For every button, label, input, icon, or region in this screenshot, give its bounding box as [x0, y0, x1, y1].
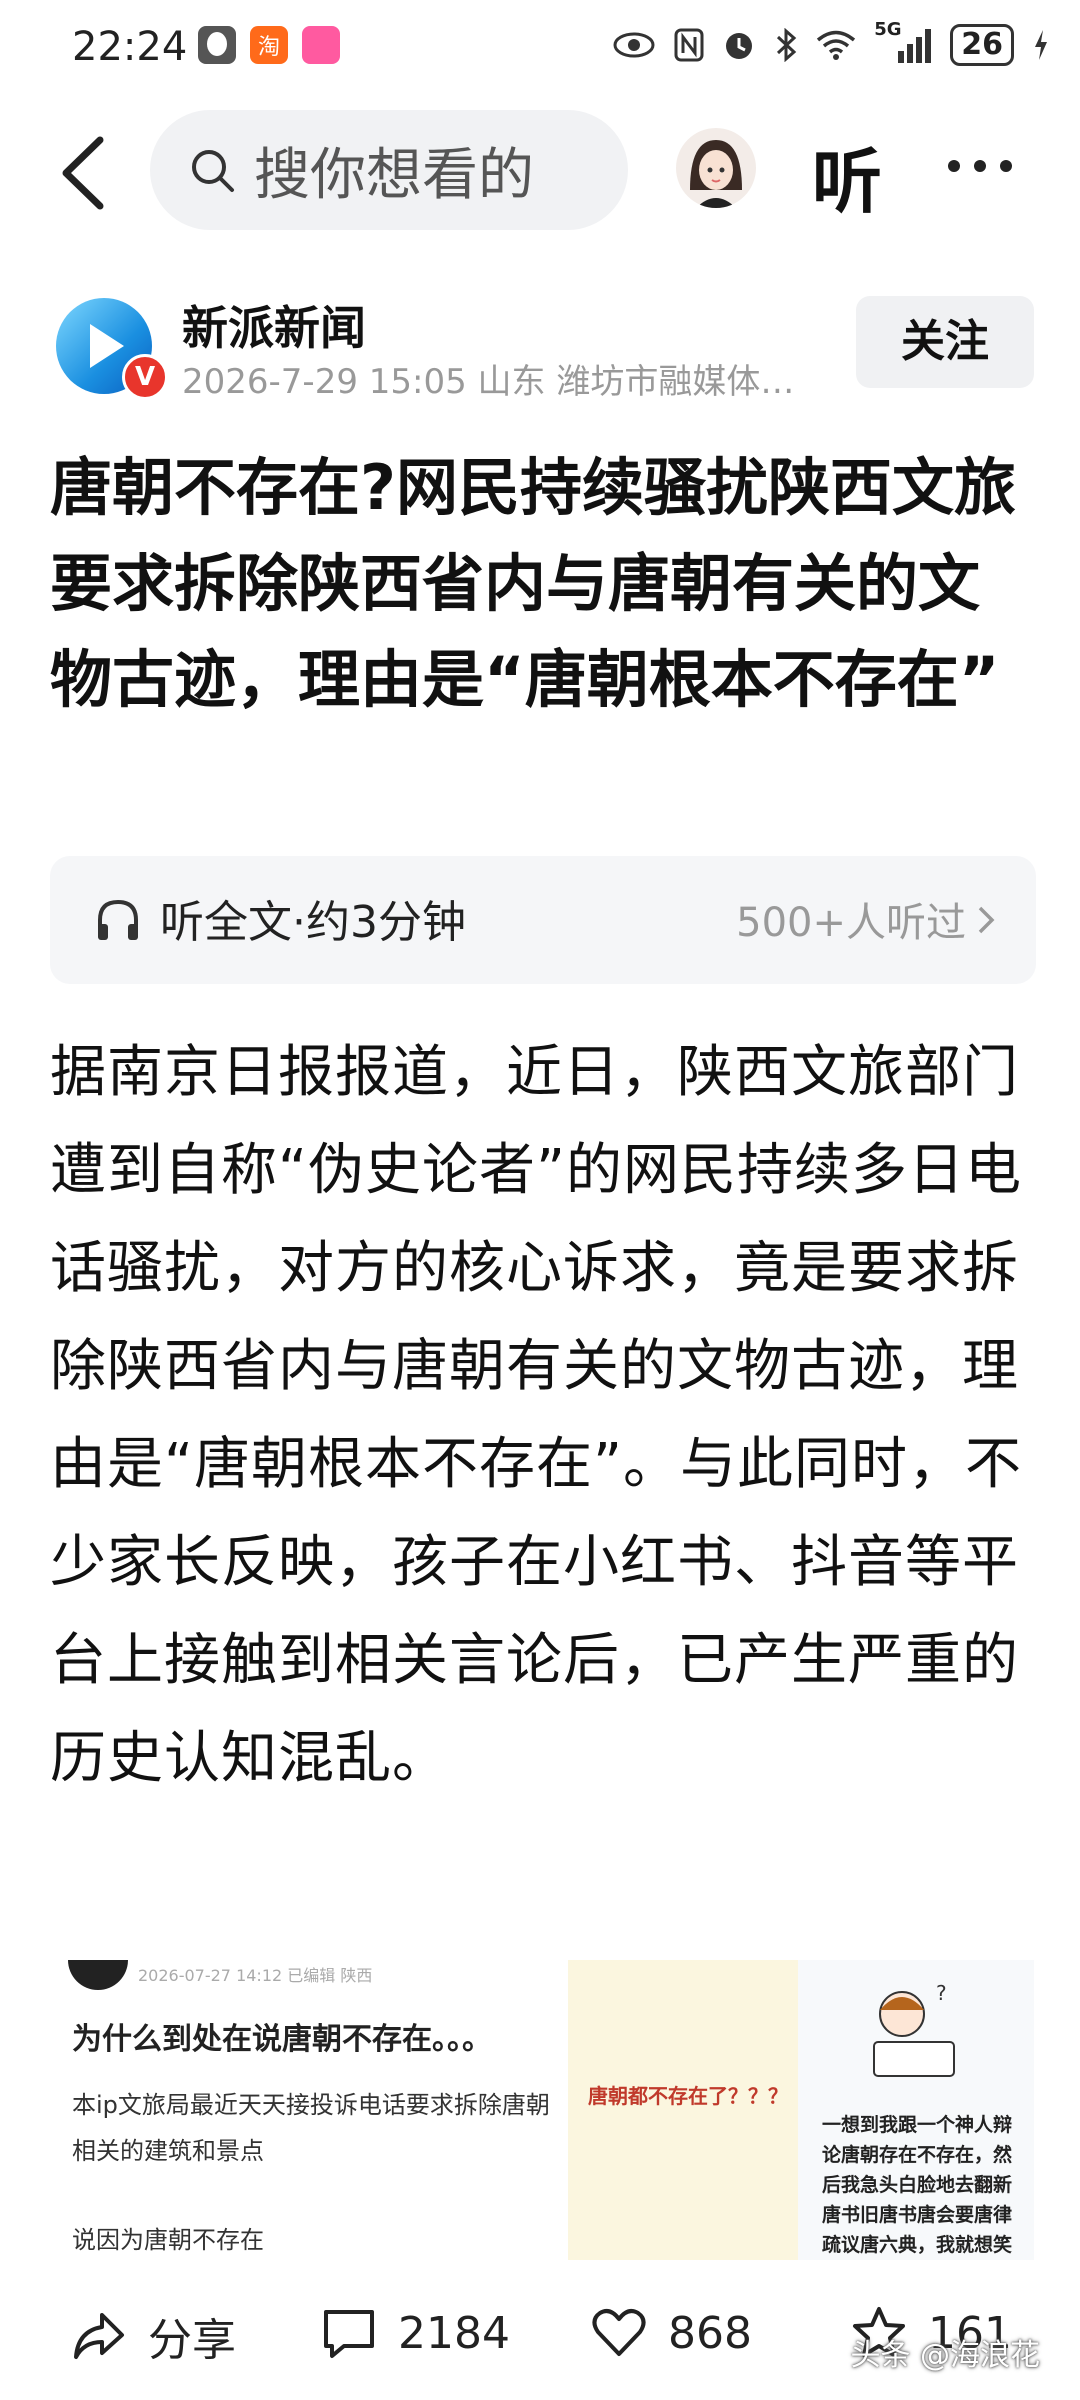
more-dot — [974, 160, 986, 172]
signal-indicator: 5G — [874, 19, 932, 65]
article-title: 唐朝不存在?网民持续骚扰陕西文旅要求拆除陕西省内与唐朝有关的文物古迹，理由是“唐… — [50, 451, 1016, 716]
author-name[interactable]: 新派新闻 — [182, 292, 366, 358]
more-button[interactable] — [948, 146, 1028, 186]
image-cartoon-text: 一想到我跟一个神人辩论唐朝存在不存在，然后我急头白脸地去翻新唐书旧唐书唐会要唐律… — [822, 2114, 1013, 2256]
article-image[interactable]: 2026-07-27 14:12 已编辑 陕西 为什么到处在说唐朝不存在。。。 … — [50, 1960, 1034, 2260]
author-row: V 新派新闻 2026-7-29 15:05 山东 潍坊市融媒体… 关注 — [0, 290, 1080, 430]
search-bar[interactable]: 搜你想看的 — [150, 110, 628, 230]
image-meme-text: 唐朝都不存在了？？？ — [588, 2084, 788, 2108]
status-time: 22:24 — [72, 24, 188, 70]
listen-count: 500+人听过 — [736, 900, 966, 946]
wifi-icon — [817, 30, 856, 60]
charging-icon — [1035, 30, 1047, 60]
follow-button[interactable]: 关注 — [856, 296, 1034, 388]
more-dot — [948, 160, 960, 172]
battery-indicator: 26 — [950, 24, 1014, 66]
article-body: 据南京日报报道，近日，陕西文旅部门遭到自称“伪史论者”的网民持续多日电话骚扰，对… — [50, 1040, 1023, 1791]
alarm-icon — [726, 33, 753, 59]
watermark: 头条 @海浪花 — [850, 2338, 1040, 2373]
svg-text:?: ? — [936, 1981, 947, 2005]
comment-button[interactable]: 2184 — [320, 2304, 510, 2362]
comment-icon — [324, 2310, 374, 2358]
search-placeholder: 搜你想看的 — [254, 142, 534, 208]
search-icon — [192, 150, 234, 192]
image-panel-meme: 唐朝都不存在了？？？ — [568, 1960, 798, 2260]
chevron-right-icon — [978, 906, 995, 934]
image-avatar — [68, 1960, 128, 1990]
status-bar: 22:24 淘 5G 26 — [0, 0, 1080, 100]
status-right: 5G 26 — [612, 19, 1050, 66]
image-post-paragraph-2: 说因为唐朝不存在 — [72, 2226, 264, 2254]
avatar-girl-icon — [690, 140, 742, 208]
play-logo-icon — [90, 324, 124, 368]
comment-count: 2184 — [398, 2307, 510, 2359]
qq-icon — [198, 26, 236, 64]
image-post-paragraph: 本ip文旅局最近天天接投诉电话要求拆除唐朝相关的建筑和景点 — [72, 2091, 550, 2165]
top-nav: 搜你想看的 听 — [0, 106, 1080, 236]
back-arrow-icon — [62, 136, 104, 210]
network-type: 5G — [874, 19, 902, 40]
more-dot — [1000, 160, 1012, 172]
listen-full-label: 听全文·约3分钟 — [160, 897, 466, 948]
share-label: 分享 — [148, 2315, 236, 2366]
listen-button[interactable]: 听 — [812, 126, 882, 227]
cartoon-reader-icon: ? — [873, 1981, 955, 2077]
like-count: 868 — [668, 2307, 752, 2359]
image-panel-post: 2026-07-27 14:12 已编辑 陕西 为什么到处在说唐朝不存在。。。 … — [50, 1960, 568, 2260]
bluetooth-icon — [777, 28, 797, 62]
nfc-icon — [674, 28, 704, 62]
image-post-title: 为什么到处在说唐朝不存在。。。 — [72, 2022, 492, 2057]
article-meta: 2026-7-29 15:05 山东 潍坊市融媒体… — [182, 362, 795, 402]
status-app-icons: 淘 — [198, 26, 340, 64]
promo-app-icon — [302, 26, 340, 64]
headphones-icon — [98, 899, 138, 940]
heart-icon — [592, 2309, 646, 2356]
share-icon — [74, 2313, 124, 2359]
ai-assistant-avatar[interactable] — [676, 128, 756, 208]
image-panel-cartoon: ? 一想到我跟一个神人辩论唐朝存在不存在，然后我急头白脸地去翻新唐书旧唐书唐会要… — [798, 1960, 1034, 2260]
verified-badge: V — [122, 354, 168, 400]
eye-icon — [613, 32, 655, 58]
back-button[interactable] — [52, 128, 122, 218]
taobao-icon: 淘 — [250, 26, 288, 64]
share-button[interactable]: 分享 — [70, 2304, 236, 2368]
listen-full-bar[interactable]: 听全文·约3分钟 500+人听过 — [50, 856, 1036, 984]
image-post-header: 2026-07-27 14:12 已编辑 陕西 — [138, 1966, 373, 1985]
like-button[interactable]: 868 — [590, 2304, 752, 2362]
